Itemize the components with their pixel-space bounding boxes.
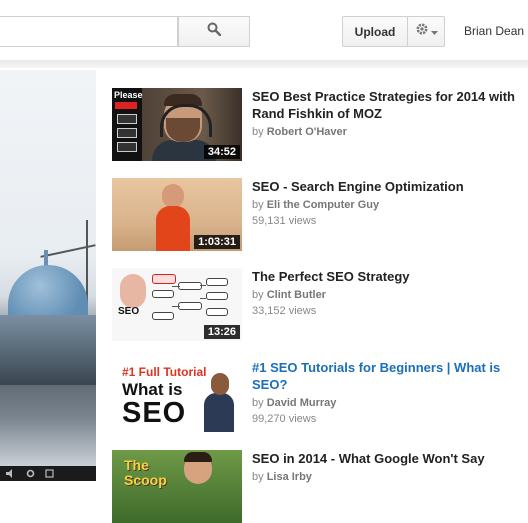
view-count: 59,131 views <box>252 215 317 227</box>
video-byline: by Clint Butler <box>252 288 528 302</box>
settings-button[interactable] <box>407 16 445 47</box>
thumb-diagram-node <box>178 282 202 290</box>
thumb-subscribe-graphic <box>115 102 137 109</box>
video-thumbnail[interactable]: The Scoop <box>112 450 242 523</box>
fullscreen-icon[interactable] <box>45 465 54 482</box>
by-prefix: by <box>252 397 264 409</box>
thumb-graphic <box>117 128 137 138</box>
thumb-person-hair <box>184 452 212 462</box>
view-count: 99,270 views <box>252 413 317 425</box>
header-divider <box>0 60 528 68</box>
thumb-text: #1 Full Tutorial <box>122 365 207 379</box>
gear-icon <box>415 22 429 41</box>
video-duration: 34:52 <box>203 145 240 159</box>
video-duration: 13:26 <box>203 325 240 339</box>
thumb-text: SEO <box>122 397 187 429</box>
by-prefix: by <box>252 289 264 301</box>
video-info: SEO Best Practice Strategies for 2014 wi… <box>252 88 528 139</box>
search-input[interactable] <box>0 16 178 47</box>
thumb-person-body <box>204 393 234 432</box>
video-title[interactable]: #1 SEO Tutorials for Beginners | What is… <box>252 359 528 393</box>
video-byline: by Lisa Irby <box>252 470 528 484</box>
thumb-headphones <box>160 104 212 137</box>
thumb-diagram-node <box>206 278 228 286</box>
video-info: #1 SEO Tutorials for Beginners | What is… <box>252 359 528 426</box>
video-info: SEO in 2014 - What Google Won't Say by L… <box>252 450 528 484</box>
thumb-diagram-line <box>172 286 180 287</box>
settings-icon[interactable] <box>26 465 35 482</box>
video-author[interactable]: Eli the Computer Guy <box>267 199 379 211</box>
related-videos-list: Please 34:52 SEO Best Practice Strategie… <box>96 70 528 523</box>
related-video-item[interactable]: #1 Full Tutorial What is SEO #1 SEO Tuto… <box>112 359 528 432</box>
thumb-diagram-line <box>200 285 206 286</box>
masthead: Upload Brian Dean <box>0 0 528 68</box>
video-byline: by Robert O'Haver <box>252 125 528 139</box>
thumb-diagram-line <box>200 298 206 299</box>
related-video-item[interactable]: Please 34:52 SEO Best Practice Strategie… <box>112 88 528 161</box>
video-thumbnail[interactable]: Please 34:52 <box>112 88 242 161</box>
related-video-item[interactable]: SEO 13:26 The Perfect SEO Strategy by Cl… <box>112 268 528 341</box>
thumb-person-head <box>211 373 229 395</box>
view-count: 33,152 views <box>252 305 317 317</box>
video-info: The Perfect SEO Strategy by Clint Butler… <box>252 268 528 318</box>
video-title[interactable]: SEO in 2014 - What Google Won't Say <box>252 450 528 467</box>
by-prefix: by <box>252 471 264 483</box>
thumb-diagram-node <box>206 292 228 300</box>
thumb-person-body <box>156 206 190 251</box>
search-button[interactable] <box>178 16 250 47</box>
player-controls[interactable] <box>0 466 96 481</box>
thumb-person-head <box>162 184 184 208</box>
video-author[interactable]: David Murray <box>267 397 337 409</box>
by-prefix: by <box>252 199 264 211</box>
thumb-diagram-node <box>178 302 202 310</box>
video-title[interactable]: The Perfect SEO Strategy <box>252 268 528 285</box>
video-author[interactable]: Lisa Irby <box>267 471 312 483</box>
video-thumbnail[interactable]: SEO 13:26 <box>112 268 242 341</box>
related-video-item[interactable]: The Scoop SEO in 2014 - What Google Won'… <box>112 450 528 523</box>
video-author[interactable]: Robert O'Haver <box>267 126 347 138</box>
video-info: SEO - Search Engine Optimization by Eli … <box>252 178 528 228</box>
upload-button[interactable]: Upload <box>342 16 408 47</box>
thumb-text: Scoop <box>124 472 167 488</box>
thumb-diagram-node <box>206 308 228 316</box>
video-byline: by David Murray <box>252 396 528 410</box>
thumb-text: Please <box>114 90 143 100</box>
volume-icon[interactable] <box>6 465 16 482</box>
video-player[interactable] <box>0 70 96 481</box>
thumb-diagram-node <box>152 290 174 298</box>
video-thumbnail[interactable]: 1:03:31 <box>112 178 242 251</box>
caret-down-icon <box>430 23 438 41</box>
thumb-diagram-line <box>172 306 180 307</box>
thumb-diagram-node <box>152 274 176 284</box>
thumb-person-face <box>120 274 146 308</box>
related-video-item[interactable]: 1:03:31 SEO - Search Engine Optimization… <box>112 178 528 251</box>
video-duration: 1:03:31 <box>194 235 240 249</box>
video-thumbnail[interactable]: #1 Full Tutorial What is SEO <box>112 359 242 432</box>
thumb-graphic <box>117 142 137 152</box>
thumb-diagram-node <box>152 312 174 320</box>
by-prefix: by <box>252 126 264 138</box>
search-icon <box>207 22 222 41</box>
video-byline: by Eli the Computer Guy <box>252 198 528 212</box>
thumb-text: The <box>124 457 149 473</box>
video-author[interactable]: Clint Butler <box>267 289 326 301</box>
building <box>0 315 96 385</box>
thumb-graphic <box>117 114 137 124</box>
thumb-text: SEO <box>118 306 140 317</box>
video-title[interactable]: SEO Best Practice Strategies for 2014 wi… <box>252 88 528 122</box>
video-title[interactable]: SEO - Search Engine Optimization <box>252 178 528 195</box>
account-name[interactable]: Brian Dean <box>464 24 524 38</box>
